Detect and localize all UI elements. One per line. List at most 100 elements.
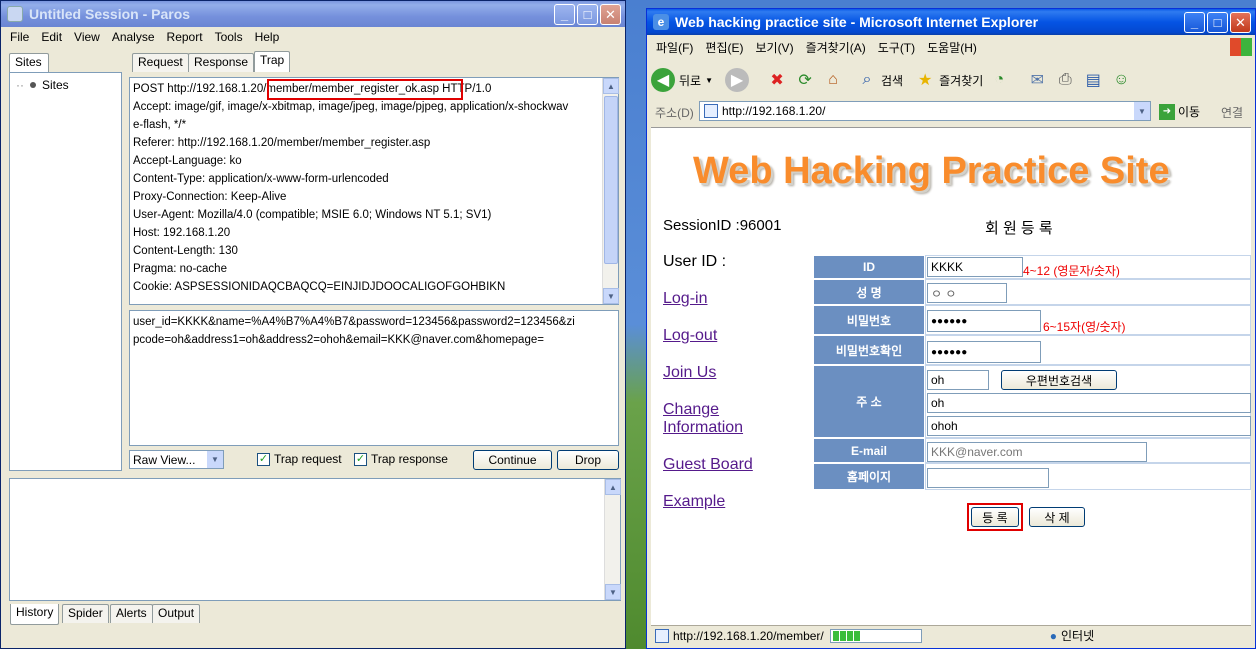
home-icon[interactable]: ⌂ bbox=[821, 68, 845, 92]
history-scrollbar[interactable]: ▲ ▼ bbox=[604, 479, 621, 600]
nav-example[interactable]: Example bbox=[663, 493, 725, 511]
request-body-panel[interactable]: user_id=KKKK&name=%A4%B7%A4%B7&password=… bbox=[129, 310, 619, 446]
maximize-button[interactable]: □ bbox=[577, 4, 598, 25]
id-input[interactable]: KKKK bbox=[927, 257, 1023, 277]
field-label-password-confirm: 비밀번호확인 bbox=[813, 335, 925, 365]
address1-input[interactable]: oh bbox=[927, 393, 1251, 413]
continue-button[interactable]: Continue bbox=[473, 450, 552, 470]
trap-response-label: Trap response bbox=[371, 452, 448, 466]
password-confirm-input[interactable]: ●●●●●● bbox=[927, 341, 1041, 363]
maximize-button[interactable]: □ bbox=[1207, 12, 1228, 33]
nav-login[interactable]: Log-in bbox=[663, 290, 707, 308]
scroll-down-arrow-icon[interactable]: ▼ bbox=[603, 288, 619, 304]
form-title: 회 원 등 록 bbox=[985, 220, 1053, 237]
menu-favorites[interactable]: 즐겨찾기(A) bbox=[800, 39, 872, 56]
history-icon[interactable]: ◔ bbox=[987, 68, 1011, 92]
request-body-text: user_id=KKKK&name=%A4%B7%A4%B7&password=… bbox=[133, 313, 575, 349]
forward-arrow-icon[interactable]: ▶ bbox=[725, 68, 750, 92]
minimize-button[interactable]: _ bbox=[1184, 12, 1205, 33]
tab-sites[interactable]: Sites bbox=[9, 53, 49, 74]
messenger-icon[interactable]: ☺ bbox=[1109, 68, 1133, 92]
trap-request-checkbox[interactable]: ✓ Trap request bbox=[257, 452, 342, 466]
field-label-address: 주 소 bbox=[813, 365, 925, 438]
address2-input[interactable]: ohoh bbox=[927, 416, 1251, 436]
ie-title-bar[interactable]: e Web hacking practice site - Microsoft … bbox=[647, 9, 1255, 35]
nav-logout[interactable]: Log-out bbox=[663, 327, 717, 345]
menu-tools[interactable]: Tools bbox=[209, 30, 249, 44]
nav-change[interactable]: Change bbox=[663, 401, 719, 419]
request-header-text: POST http://192.168.1.20/member/member_r… bbox=[133, 80, 568, 296]
tab-response[interactable]: Response bbox=[188, 53, 255, 72]
menu-file[interactable]: 파일(F) bbox=[650, 39, 699, 56]
ie-window: e Web hacking practice site - Microsoft … bbox=[646, 8, 1256, 649]
sites-tree-root[interactable]: ·· Sites bbox=[16, 78, 69, 92]
menu-edit[interactable]: 편집(E) bbox=[699, 39, 749, 56]
menu-analyse[interactable]: Analyse bbox=[106, 30, 161, 44]
trap-response-checkbox[interactable]: ✓ Trap response bbox=[354, 452, 448, 466]
nav-information[interactable]: Information bbox=[663, 419, 743, 437]
chevron-down-icon: ▼ bbox=[207, 451, 223, 468]
ie-menu-bar: 파일(F) 편집(E) 보기(V) 즐겨찾기(A) 도구(T) 도움말(H) bbox=[650, 37, 1252, 57]
back-button[interactable]: ◀ 뒤로 ▼ bbox=[651, 68, 713, 92]
view-select[interactable]: Raw View... ▼ bbox=[129, 450, 224, 469]
zone-label: 인터넷 bbox=[1061, 629, 1095, 643]
edit-icon[interactable]: ▤ bbox=[1081, 68, 1105, 92]
go-label: 이동 bbox=[1178, 105, 1201, 119]
chevron-down-icon[interactable]: ▼ bbox=[1134, 102, 1150, 120]
menu-view[interactable]: 보기(V) bbox=[749, 39, 799, 56]
menu-help[interactable]: 도움말(H) bbox=[921, 39, 983, 56]
drop-button[interactable]: Drop bbox=[557, 450, 619, 470]
site-banner: Web Hacking Practice Site bbox=[693, 150, 1170, 192]
scroll-thumb[interactable] bbox=[604, 96, 618, 264]
email-input[interactable]: KKK@naver.com bbox=[927, 442, 1147, 462]
paros-title-bar[interactable]: Untitled Session - Paros _ □ ✕ bbox=[1, 1, 625, 27]
scroll-down-arrow-icon[interactable]: ▼ bbox=[605, 584, 621, 600]
header-line: Referer: http://192.168.1.20/member/memb… bbox=[133, 137, 431, 149]
links-label[interactable]: 연결 bbox=[1221, 104, 1243, 121]
tab-request[interactable]: Request bbox=[132, 53, 189, 72]
favorites-button[interactable]: ★ 즐겨찾기 bbox=[913, 68, 983, 92]
go-button[interactable]: ➜ 이동 bbox=[1159, 103, 1200, 120]
field-label-homepage: 홈페이지 bbox=[813, 463, 925, 490]
close-button[interactable]: ✕ bbox=[600, 4, 621, 25]
menu-edit[interactable]: Edit bbox=[35, 30, 68, 44]
scroll-up-arrow-icon[interactable]: ▲ bbox=[603, 78, 619, 94]
zipcode-search-button[interactable]: 우편번호검색 bbox=[1001, 370, 1117, 390]
print-icon[interactable]: ⎙ bbox=[1053, 68, 1077, 92]
menu-file[interactable]: File bbox=[4, 30, 35, 44]
password-hint: 6~15자(영/숫자) bbox=[1043, 320, 1126, 334]
favorites-label: 즐겨찾기 bbox=[939, 73, 984, 88]
password-input[interactable]: ●●●●●● bbox=[927, 310, 1041, 332]
header-line: User-Agent: Mozilla/4.0 (compatible; MSI… bbox=[133, 209, 492, 221]
tab-spider[interactable]: Spider bbox=[62, 604, 109, 623]
sites-tree: ·· Sites bbox=[9, 72, 122, 471]
nav-guest-board[interactable]: Guest Board bbox=[663, 456, 753, 474]
refresh-icon[interactable]: ⟳ bbox=[793, 68, 817, 92]
field-label-email: E-mail bbox=[813, 438, 925, 463]
menu-tools[interactable]: 도구(T) bbox=[872, 39, 921, 56]
address-label: 주소(D) bbox=[655, 106, 694, 120]
scroll-up-arrow-icon[interactable]: ▲ bbox=[605, 479, 621, 495]
nav-join-us[interactable]: Join Us bbox=[663, 364, 716, 382]
header-line: Accept: image/gif, image/x-xbitmap, imag… bbox=[133, 101, 569, 113]
address-bar[interactable]: http://192.168.1.20/ ▼ bbox=[699, 101, 1151, 121]
mail-icon[interactable]: ✉ bbox=[1025, 68, 1049, 92]
tab-output[interactable]: Output bbox=[152, 604, 201, 623]
search-button[interactable]: ⌕ 검색 bbox=[855, 68, 904, 92]
zipcode-input[interactable]: oh bbox=[927, 370, 989, 390]
tab-history[interactable]: History bbox=[10, 604, 60, 625]
close-button[interactable]: ✕ bbox=[1230, 12, 1251, 33]
name-input[interactable]: ㅇ ㅇ bbox=[927, 283, 1007, 303]
homepage-input[interactable] bbox=[927, 468, 1049, 488]
minimize-button[interactable]: _ bbox=[554, 4, 575, 25]
menu-view[interactable]: View bbox=[68, 30, 106, 44]
delete-button[interactable]: 삭 제 bbox=[1029, 507, 1085, 527]
tab-trap[interactable]: Trap bbox=[254, 51, 291, 72]
request-header-panel[interactable]: POST http://192.168.1.20/member/member_r… bbox=[129, 77, 619, 305]
trap-request-label: Trap request bbox=[274, 452, 342, 466]
tab-alerts[interactable]: Alerts bbox=[110, 604, 153, 623]
stop-icon[interactable]: ✖ bbox=[765, 68, 789, 92]
header-scrollbar[interactable]: ▲ ▼ bbox=[602, 78, 619, 304]
menu-help[interactable]: Help bbox=[249, 30, 286, 44]
menu-report[interactable]: Report bbox=[161, 30, 209, 44]
